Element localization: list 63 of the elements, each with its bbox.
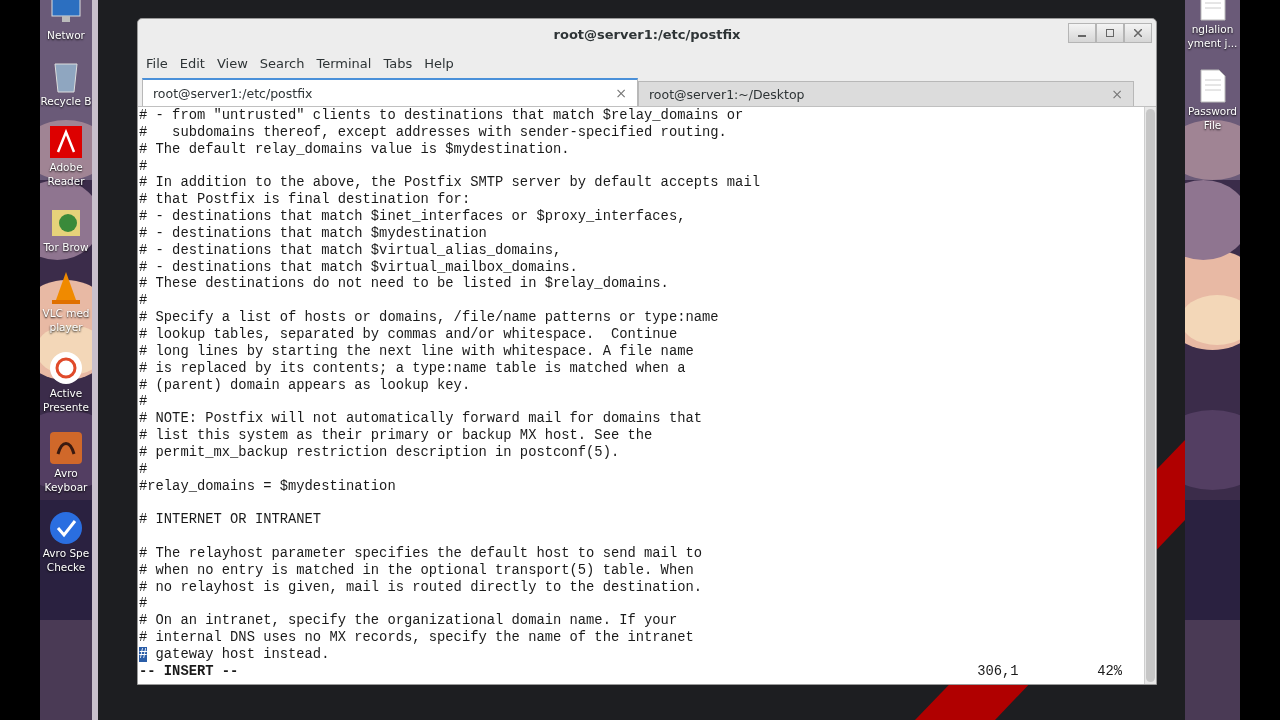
scrollbar[interactable] [1144,107,1156,684]
code-line: # when no entry is matched in the optional transport(5) table. When [139,562,695,580]
menu-item[interactable]: Search [253,55,311,71]
cursor-position: 306,1 [977,663,1020,681]
code-line: # - destinations that match $inet_interfaces or $proxy_interfaces, [139,209,687,226]
code-line: # is replaced by its contents; a type:name table is matched when a [139,360,687,378]
close-button[interactable] [1124,23,1152,43]
pdf-icon[interactable] [48,124,84,160]
window-title: root@server1:/etc/postfix [553,26,741,42]
close-icon [1134,29,1142,37]
desktop-icon-label[interactable]: Tor Brow [43,240,89,254]
maximize-icon [1106,29,1114,37]
code-line: # INTERNET OR INTRANET [139,512,323,530]
desktop-icon-label[interactable]: nglalion yment j... [1185,22,1240,50]
code-line: # (parent) domain appears as lookup key. [139,377,472,395]
tab-close-button[interactable]: × [615,85,627,101]
code-line: # list this system as their primary or backup MX host. See the [139,428,654,445]
code-line: # [139,461,149,479]
circle-logo-icon[interactable] [48,350,84,386]
code-line: # that Postfix is final destination for: [139,192,472,209]
menu-item[interactable]: Tabs [377,55,419,71]
desktop-icon-label[interactable]: Avro Keyboar [40,466,92,494]
code-line: # - from "untrusted" clients to destinations that match $relay_domains or [139,108,745,125]
code-line: # [139,394,149,412]
code-line: # - destinations that match $virtual_mailbox_domains. [139,259,579,276]
code-line: # The relayhost parameter specifies the default host to send mail to [139,545,703,563]
menu-item[interactable]: Help [418,55,460,71]
desktop-icon-label[interactable]: Networ [47,28,85,42]
code-line: # - destinations that match $mydestination [139,225,488,243]
desktop-icon-label[interactable]: Active Presente [40,386,92,414]
desktop-icon-label[interactable]: Password File [1185,104,1240,132]
desktop-icon-label[interactable]: Adobe Reader [40,160,92,188]
code-line: # [139,596,149,614]
code-line: # The default relay_domains value is $mydestination. [139,141,571,159]
code-line: # - destinations that match $virtual_alias_domains, [139,242,563,260]
code-line: # On an intranet, specify the organizational domain name. If your [139,613,679,630]
editor-mode: -- INSERT -- [139,663,240,681]
minimize-button[interactable] [1068,23,1096,43]
code-line: # Specify a list of hosts or domains, /file/name patterns or type:name [139,310,720,327]
code-line: # In addition to the above, the Postfix SMTP server by default accepts mail [139,175,761,192]
tab[interactable]: root@server1:~/Desktop × [638,81,1134,106]
code-line: # lookup tables, separated by commas and/or whitespace. Continue [139,326,679,344]
code-line: # [139,158,149,176]
tab[interactable]: root@server1:/etc/postfix × [142,78,638,106]
keyboard-logo-icon[interactable] [48,430,84,466]
menu-item[interactable]: Edit [173,55,211,71]
code-line: # permit_mx_backup restriction description in postconf(5). [139,444,621,462]
checkmark-icon[interactable] [48,510,84,546]
menu-item[interactable]: View [210,55,254,71]
maximize-button[interactable] [1096,23,1124,43]
menu-item[interactable]: Terminal [310,55,378,71]
code-line: # [139,293,149,311]
code-line: # NOTE: Postfix will not automatically forward mail for domains that [139,411,703,428]
desktop-icon-label[interactable]: Recycle B [40,94,92,108]
code-line: # subdomains thereof, except addresses with sender-specified routing. [139,124,728,142]
code-line: # gateway host instead. [139,647,331,664]
scroll-percent: 42% [1097,663,1122,681]
code-line: # internal DNS uses no MX records, specify the name of the intranet [139,630,695,647]
code-line: # long lines by starting the next line with whitespace. A file name [139,343,695,361]
code-line: #relay_domains = $mydestination [139,478,397,496]
menu-item[interactable]: File [140,55,174,71]
code-line: # no relayhost is given, mail is routed directly to the destination. [139,579,703,597]
code-line: # These destinations do not need to be listed in $relay_domains. [139,276,670,294]
